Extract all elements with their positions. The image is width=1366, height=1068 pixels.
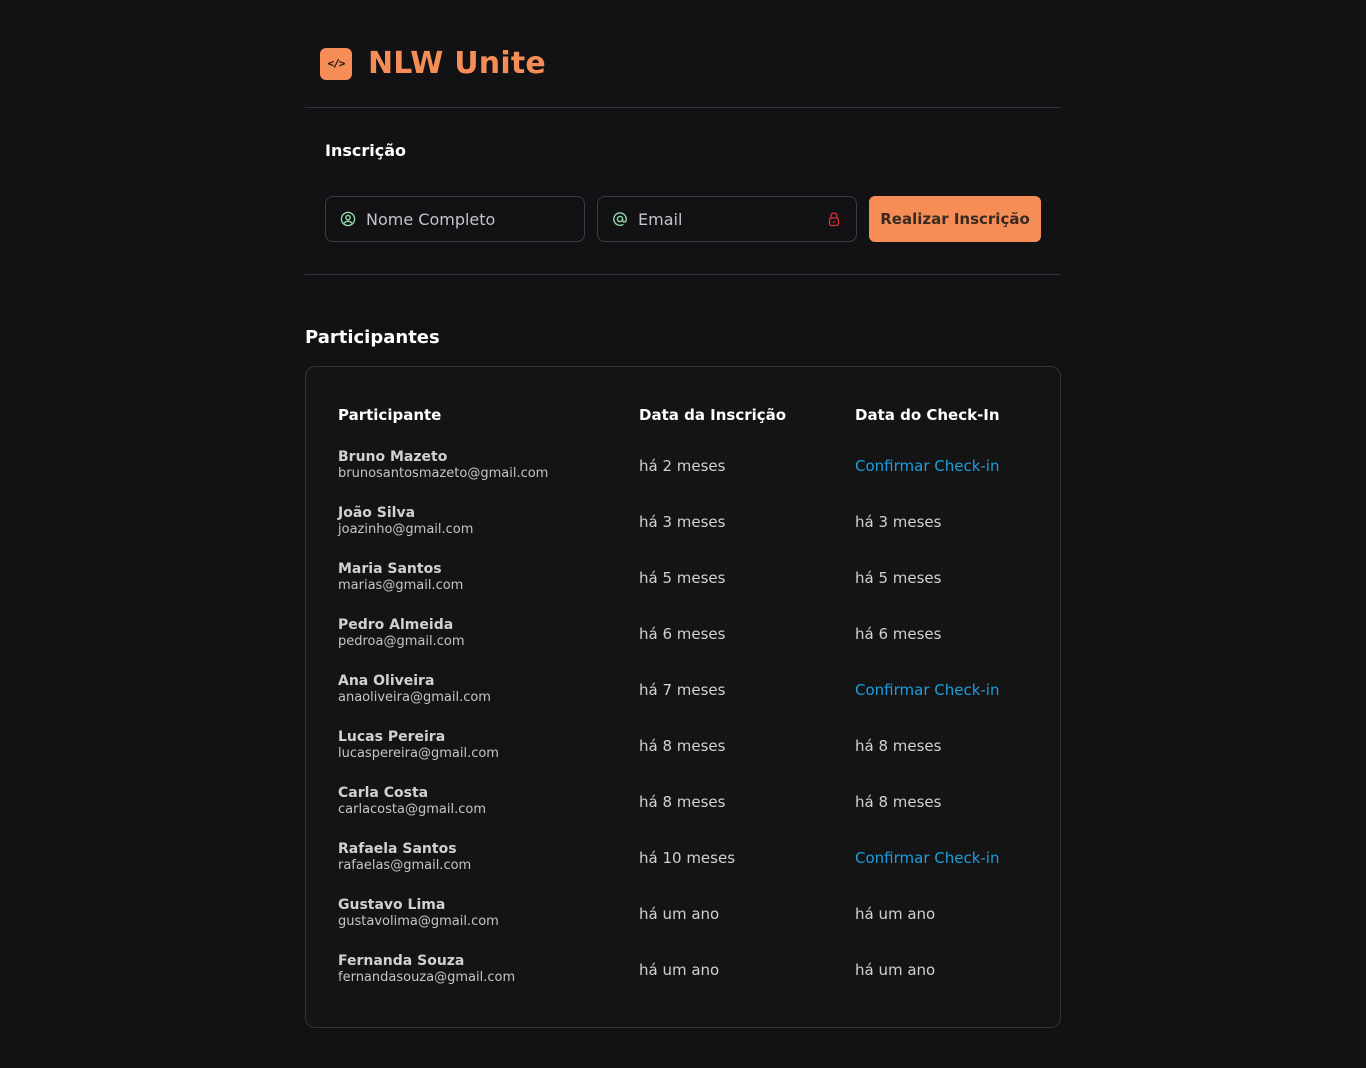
checkin-date: há 8 meses — [855, 793, 942, 811]
submit-subscription-button[interactable]: Realizar Inscrição — [869, 196, 1041, 242]
participant-name: Ana Oliveira — [338, 673, 435, 689]
participant-email: gustavolima@gmail.com — [338, 914, 499, 929]
participant-name: Pedro Almeida — [338, 617, 454, 633]
checkin-date: há 3 meses — [855, 513, 942, 531]
table-row: Ana Oliveira anaoliveira@gmail.com há 7 me… — [306, 671, 1060, 727]
brand-title: NLW Unite — [368, 46, 546, 81]
table-row: Rafaela Santos rafaelas@gmail.com há 10 me… — [306, 839, 1060, 895]
app-header: </> NLW Unite — [305, 0, 1061, 108]
subscription-date: há 8 meses — [639, 737, 726, 755]
table-row: Bruno Mazeto brunosantosmazeto@gmail.com h… — [306, 447, 1060, 503]
table-header: Participante Data da Inscrição Data do C… — [306, 406, 1060, 428]
participant-name: Rafaela Santos — [338, 841, 457, 857]
subscription-date: há 5 meses — [639, 569, 726, 587]
checkin-date: há um ano — [855, 905, 936, 923]
participant-email: anaoliveira@gmail.com — [338, 690, 491, 705]
column-header-subscription-date: Data da Inscrição — [639, 406, 787, 424]
confirm-checkin-link[interactable]: Confirmar Check-in — [855, 849, 999, 867]
email-field[interactable]: Email — [597, 196, 857, 242]
participant-name: Bruno Mazeto — [338, 449, 448, 465]
participants-table: Participante Data da Inscrição Data do C… — [305, 366, 1061, 1028]
table-row: Fernanda Souza fernandasouza@gmail.com há … — [306, 951, 1060, 1007]
lock-icon[interactable] — [826, 211, 842, 227]
column-header-participant: Participante — [338, 406, 442, 424]
table-row: Lucas Pereira lucaspereira@gmail.com há 8 … — [306, 727, 1060, 783]
at-sign-icon — [612, 211, 628, 227]
name-field[interactable]: Nome Completo — [325, 196, 585, 242]
participant-email: joazinho@gmail.com — [338, 522, 474, 537]
participant-email: marias@gmail.com — [338, 578, 464, 593]
subscription-date: há um ano — [639, 961, 720, 979]
participant-name: Fernanda Souza — [338, 953, 465, 969]
checkin-date: há 5 meses — [855, 569, 942, 587]
table-row: Gustavo Lima gustavolima@gmail.com há um a… — [306, 895, 1060, 951]
checkin-date: há 6 meses — [855, 625, 942, 643]
confirm-checkin-link[interactable]: Confirmar Check-in — [855, 681, 999, 699]
participants-title: Participantes — [305, 327, 440, 348]
subscription-form: Inscrição Nome Completo Email Realizar I… — [305, 108, 1061, 275]
confirm-checkin-link[interactable]: Confirmar Check-in — [855, 457, 999, 475]
table-row: Maria Santos marias@gmail.com há 5 meses há… — [306, 559, 1060, 615]
participant-email: carlacosta@gmail.com — [338, 802, 486, 817]
subscription-date: há 6 meses — [639, 625, 726, 643]
participant-email: brunosantosmazeto@gmail.com — [338, 466, 549, 481]
subscription-date: há 7 meses — [639, 681, 726, 699]
checkin-date: há 8 meses — [855, 737, 942, 755]
participant-email: lucaspereira@gmail.com — [338, 746, 499, 761]
subscription-date: há um ano — [639, 905, 720, 923]
user-circle-icon — [340, 211, 356, 227]
table-body: Bruno Mazeto brunosantosmazeto@gmail.com h… — [306, 447, 1060, 1007]
checkin-date: há um ano — [855, 961, 936, 979]
table-row: João Silva joazinho@gmail.com há 3 meses há… — [306, 503, 1060, 559]
participant-name: João Silva — [338, 505, 416, 521]
name-input[interactable]: Nome Completo — [366, 210, 570, 229]
participant-name: Lucas Pereira — [338, 729, 446, 745]
subscription-date: há 10 meses — [639, 849, 736, 867]
table-row: Pedro Almeida pedroa@gmail.com há 6 meses h… — [306, 615, 1060, 671]
subscription-date: há 3 meses — [639, 513, 726, 531]
participant-name: Gustavo Lima — [338, 897, 446, 913]
participant-name: Maria Santos — [338, 561, 442, 577]
participant-email: fernandasouza@gmail.com — [338, 970, 516, 985]
column-header-checkin-date: Data do Check-In — [855, 406, 1000, 424]
subscription-date: há 2 meses — [639, 457, 726, 475]
table-row: Carla Costa carlacosta@gmail.com há 8 mese… — [306, 783, 1060, 839]
participant-name: Carla Costa — [338, 785, 429, 801]
email-input[interactable]: Email — [638, 210, 816, 229]
form-row: Nome Completo Email Realizar Inscrição — [325, 196, 1041, 242]
app-container: </> NLW Unite Inscrição Nome Completo Em… — [305, 0, 1061, 1028]
participant-email: pedroa@gmail.com — [338, 634, 465, 649]
subscription-date: há 8 meses — [639, 793, 726, 811]
code-logo-icon: </> — [320, 47, 352, 80]
participant-email: rafaelas@gmail.com — [338, 858, 472, 873]
form-title: Inscrição — [325, 141, 406, 160]
